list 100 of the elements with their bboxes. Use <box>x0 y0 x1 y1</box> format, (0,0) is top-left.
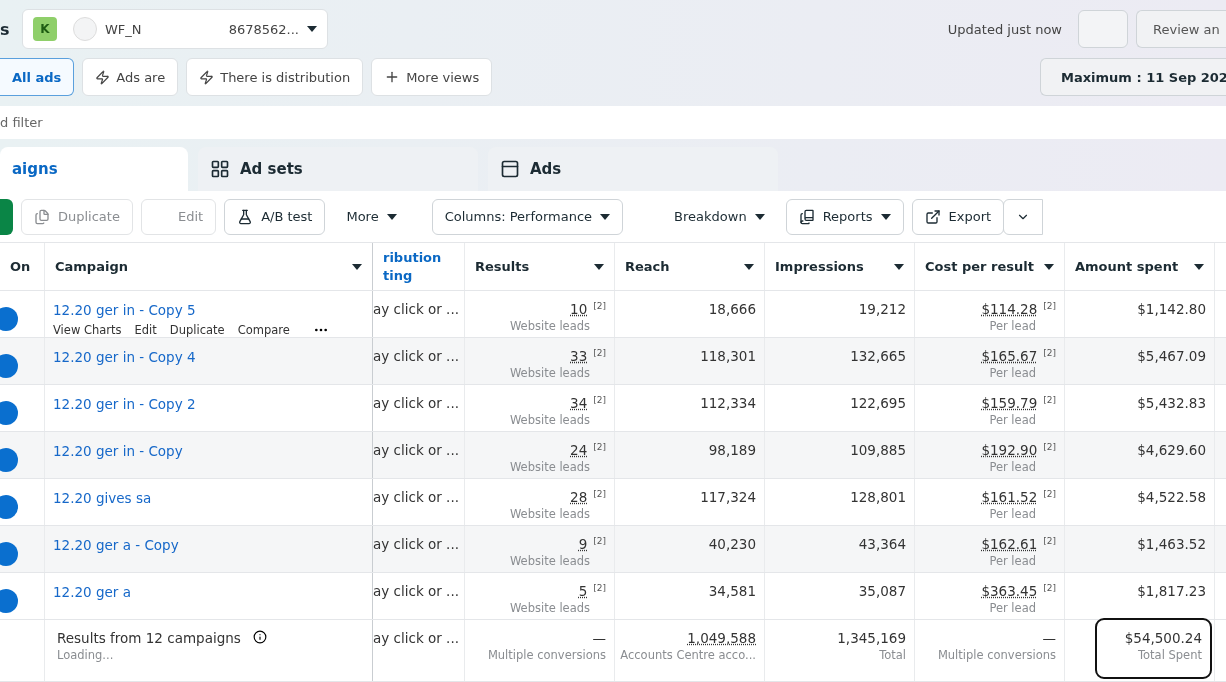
table-cell: 43,364 <box>858 536 906 552</box>
cost-type: Per lead <box>989 601 1036 615</box>
result-type: Website leads <box>509 366 590 380</box>
cost-type: Per lead <box>989 366 1036 380</box>
cost-type: Multiple conversions <box>937 648 1056 662</box>
row-action-link[interactable]: Duplicate <box>169 323 225 337</box>
view-chip[interactable]: All ads <box>0 58 75 97</box>
campaign-link[interactable]: 12.20 ger a <box>53 584 131 600</box>
level-tab[interactable]: Ad sets <box>198 147 478 192</box>
review-button[interactable]: Review an <box>1136 10 1226 49</box>
view-chip[interactable]: There is distribution <box>186 58 364 97</box>
account-initial: K <box>33 17 57 42</box>
bolt-icon <box>199 69 215 85</box>
account-name: WF_N <box>105 21 142 37</box>
column-header[interactable]: Reach <box>625 257 670 276</box>
footnote-mark: [2] <box>593 583 606 593</box>
cost-value: $162.61 <box>981 536 1038 552</box>
cost-type: Per lead <box>989 460 1036 474</box>
caret-icon <box>307 26 317 33</box>
sort-icon <box>594 263 604 270</box>
table-cell: ay click or ... <box>373 301 459 317</box>
level-tab[interactable]: aigns <box>0 147 188 192</box>
reports-button[interactable]: Reports <box>785 198 904 235</box>
table-cell: 109,885 <box>850 442 906 458</box>
export-button[interactable]: Export <box>911 198 1005 235</box>
campaign-link[interactable]: 12.20 ger in - Copy <box>53 443 183 459</box>
table-cell: 40,230 <box>708 536 756 552</box>
table-cell: $5,467.09 <box>1137 348 1206 364</box>
footnote-mark: [2] <box>593 395 606 405</box>
footnote-mark: [2] <box>593 536 606 546</box>
page-title: s <box>0 19 11 39</box>
row-action-link[interactable]: Edit <box>134 323 157 337</box>
avatar-icon <box>73 17 97 42</box>
column-header[interactable]: On <box>10 257 31 276</box>
result-type: Multiple conversions <box>487 648 606 662</box>
toggle-switch[interactable] <box>0 495 18 519</box>
table-cell: 122,695 <box>850 395 906 411</box>
toggle-switch[interactable] <box>0 589 18 613</box>
toggle-switch[interactable] <box>0 448 18 472</box>
footnote-mark: [2] <box>1043 348 1056 358</box>
column-header[interactable]: Campaign <box>55 257 128 276</box>
table-cell: 98,189 <box>708 442 756 458</box>
column-header[interactable]: Results <box>475 257 530 276</box>
toggle-switch[interactable] <box>0 354 18 378</box>
abtest-button[interactable]: A/B test <box>224 198 326 235</box>
column-header[interactable]: Amount spent <box>1075 257 1179 276</box>
sort-icon <box>744 263 754 270</box>
filter-field[interactable]: d filter <box>0 105 1226 140</box>
table-cell: 132,665 <box>850 348 906 364</box>
level-tab[interactable]: Ads <box>488 147 778 192</box>
table-cell: — <box>1042 630 1056 646</box>
sort-icon <box>352 263 362 270</box>
total-spent: $54,500.24 <box>1124 630 1202 646</box>
column-header[interactable]: Impressions <box>775 257 864 276</box>
table-cell: $4,522.58 <box>1137 489 1206 505</box>
table-cell: ay click or ... <box>373 395 459 411</box>
date-range-button[interactable]: Maximum : 11 Sep 202 <box>1040 58 1226 97</box>
table-cell: 34,581 <box>708 583 756 599</box>
footnote-mark: [2] <box>1043 489 1056 499</box>
column-header[interactable]: ribution ting <box>383 248 453 285</box>
table-cell: $1,463.52 <box>1137 536 1206 552</box>
table-cell: ay click or ... <box>373 442 459 458</box>
cost-type: Per lead <box>989 554 1036 568</box>
footnote-mark: [2] <box>1043 395 1056 405</box>
column-header[interactable]: Cost per result <box>925 257 1034 276</box>
campaign-link[interactable]: 12.20 ger a - Copy <box>53 537 179 553</box>
cost-value: $165.67 <box>981 348 1038 364</box>
impressions-type: Total <box>879 648 906 662</box>
columns-button[interactable]: Columns: Performance <box>431 198 624 235</box>
campaign-link[interactable]: 12.20 ger in - Copy 2 <box>53 396 196 412</box>
cost-type: Per lead <box>989 507 1036 521</box>
table-cell: 18,666 <box>708 301 756 317</box>
create-button[interactable] <box>0 198 13 235</box>
grid-icon <box>210 159 230 180</box>
table-cell: — <box>592 630 606 646</box>
info-icon[interactable] <box>252 630 267 644</box>
footnote-mark: [2] <box>1043 442 1056 452</box>
sort-icon <box>894 263 904 270</box>
toggle-switch[interactable] <box>0 307 18 331</box>
campaign-link[interactable]: 12.20 gives sa <box>53 490 152 506</box>
table-cell: $4,629.60 <box>1137 442 1206 458</box>
update-status: Updated just now <box>947 21 1062 37</box>
table-cell: $1,142.80 <box>1137 301 1206 317</box>
campaign-link[interactable]: 12.20 ger in - Copy 4 <box>53 349 196 365</box>
footnote-mark: [2] <box>1043 301 1056 311</box>
sort-icon <box>1194 263 1204 270</box>
row-action-link[interactable]: View Charts <box>53 323 122 337</box>
result-type: Website leads <box>509 507 590 521</box>
footnote-mark: [2] <box>593 442 606 452</box>
toggle-switch[interactable] <box>0 542 18 566</box>
view-chip[interactable]: More views <box>371 58 493 97</box>
view-chip[interactable]: Ads are <box>82 58 179 97</box>
row-action-link[interactable]: Compare <box>237 323 290 337</box>
account-selector[interactable]: K WF_N 8678562... <box>22 9 328 50</box>
table-cell: ay click or ... <box>373 348 459 364</box>
table-cell: 35,087 <box>858 583 906 599</box>
cost-value: $159.79 <box>981 395 1038 411</box>
campaign-link[interactable]: 12.20 ger in - Copy 5 <box>53 302 196 318</box>
cost-value: $192.90 <box>981 442 1038 458</box>
toggle-switch[interactable] <box>0 401 18 425</box>
